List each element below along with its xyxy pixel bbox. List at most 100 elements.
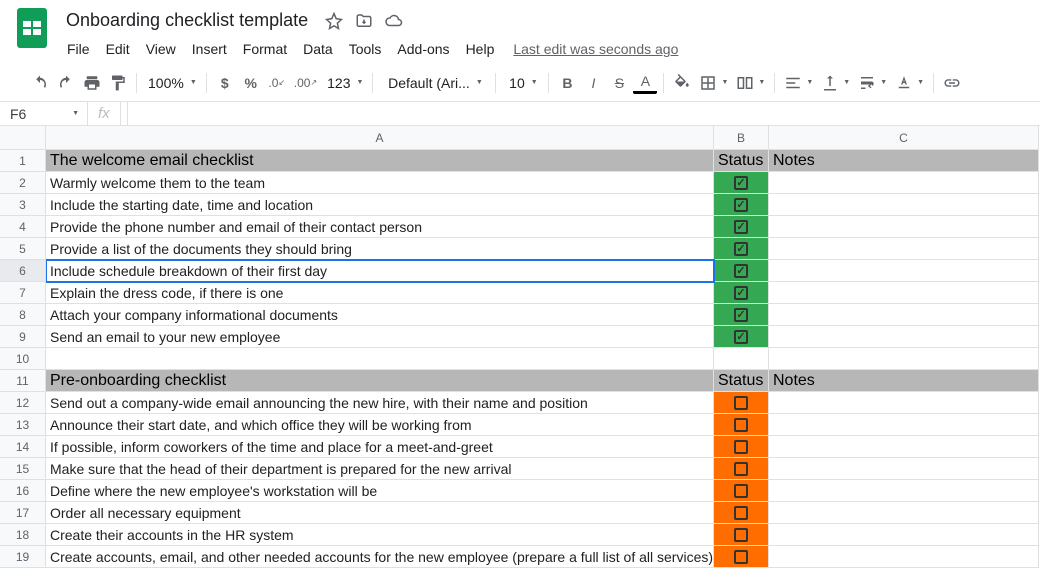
status-cell[interactable] [714, 414, 769, 436]
decimal-increase-button[interactable]: .00↗ [291, 70, 320, 96]
decimal-decrease-button[interactable]: .0↙ [265, 70, 289, 96]
col-header-c[interactable]: C [769, 126, 1039, 150]
menu-insert[interactable]: Insert [185, 37, 234, 61]
checkbox-icon[interactable] [734, 308, 748, 322]
notes-cell[interactable] [769, 304, 1039, 326]
notes-cell[interactable] [769, 238, 1039, 260]
task-cell[interactable]: Define where the new employee's workstat… [46, 480, 714, 502]
notes-cell[interactable] [769, 546, 1039, 568]
notes-cell[interactable] [769, 172, 1039, 194]
row-header[interactable]: 8 [0, 304, 46, 326]
vertical-align-button[interactable] [818, 70, 853, 96]
col-header-b[interactable]: B [714, 126, 769, 150]
checkbox-icon[interactable] [734, 330, 748, 344]
status-cell[interactable] [714, 238, 769, 260]
notes-cell[interactable] [769, 260, 1039, 282]
section-title-cell[interactable]: The welcome email checklist [46, 150, 714, 172]
borders-button[interactable] [696, 70, 731, 96]
notes-cell[interactable] [769, 326, 1039, 348]
text-rotation-button[interactable] [892, 70, 927, 96]
empty-cell[interactable] [46, 348, 714, 370]
menu-data[interactable]: Data [296, 37, 340, 61]
task-cell[interactable]: Include schedule breakdown of their firs… [46, 260, 714, 282]
notes-cell[interactable] [769, 458, 1039, 480]
fill-color-button[interactable] [670, 70, 694, 96]
section-title-cell[interactable]: Pre-onboarding checklist [46, 370, 714, 392]
row-header[interactable]: 4 [0, 216, 46, 238]
task-cell[interactable]: Explain the dress code, if there is one [46, 282, 714, 304]
notes-cell[interactable] [769, 392, 1039, 414]
row-header[interactable]: 17 [0, 502, 46, 524]
row-header[interactable]: 9 [0, 326, 46, 348]
checkbox-icon[interactable] [734, 396, 748, 410]
status-cell[interactable] [714, 326, 769, 348]
menu-tools[interactable]: Tools [342, 37, 389, 61]
status-cell[interactable] [714, 436, 769, 458]
row-header[interactable]: 14 [0, 436, 46, 458]
checkbox-icon[interactable] [734, 550, 748, 564]
sheets-logo[interactable] [12, 8, 52, 48]
task-cell[interactable]: Warmly welcome them to the team [46, 172, 714, 194]
row-header[interactable]: 3 [0, 194, 46, 216]
row-header[interactable]: 5 [0, 238, 46, 260]
doc-title[interactable]: Onboarding checklist template [60, 8, 314, 33]
status-cell[interactable] [714, 260, 769, 282]
insert-link-button[interactable] [940, 70, 964, 96]
font-select[interactable]: Default (Ari... [379, 70, 489, 96]
task-cell[interactable]: Create their accounts in the HR system [46, 524, 714, 546]
task-cell[interactable]: Send an email to your new employee [46, 326, 714, 348]
font-size-select[interactable]: 10 [502, 70, 542, 96]
notes-cell[interactable] [769, 436, 1039, 458]
task-cell[interactable]: Attach your company informational docume… [46, 304, 714, 326]
empty-cell[interactable] [769, 348, 1039, 370]
row-header[interactable]: 11 [0, 370, 46, 392]
status-cell[interactable] [714, 172, 769, 194]
row-header[interactable]: 15 [0, 458, 46, 480]
status-cell[interactable] [714, 392, 769, 414]
undo-button[interactable] [28, 70, 52, 96]
checkbox-icon[interactable] [734, 462, 748, 476]
move-folder-icon[interactable] [354, 11, 374, 31]
text-color-button[interactable]: A [633, 72, 657, 94]
formula-input[interactable] [128, 102, 1040, 125]
status-cell[interactable] [714, 458, 769, 480]
last-edit-link[interactable]: Last edit was seconds ago [513, 41, 678, 57]
checkbox-icon[interactable] [734, 220, 748, 234]
bold-button[interactable]: B [555, 70, 579, 96]
menu-file[interactable]: File [60, 37, 97, 61]
row-header[interactable]: 13 [0, 414, 46, 436]
horizontal-align-button[interactable] [781, 70, 816, 96]
row-header[interactable]: 7 [0, 282, 46, 304]
checkbox-icon[interactable] [734, 198, 748, 212]
notes-cell[interactable] [769, 502, 1039, 524]
status-cell[interactable] [714, 282, 769, 304]
row-header[interactable]: 10 [0, 348, 46, 370]
checkbox-icon[interactable] [734, 418, 748, 432]
row-header[interactable]: 18 [0, 524, 46, 546]
text-wrap-button[interactable] [855, 70, 890, 96]
status-cell[interactable] [714, 216, 769, 238]
status-cell[interactable] [714, 304, 769, 326]
star-icon[interactable] [324, 11, 344, 31]
italic-button[interactable]: I [581, 70, 605, 96]
row-header[interactable]: 12 [0, 392, 46, 414]
cloud-status-icon[interactable] [384, 11, 404, 31]
menu-addons[interactable]: Add-ons [390, 37, 456, 61]
number-format-select[interactable]: 123 [322, 70, 366, 96]
status-cell[interactable] [714, 502, 769, 524]
row-header[interactable]: 6 [0, 260, 46, 282]
select-all-corner[interactable] [0, 126, 46, 150]
checkbox-icon[interactable] [734, 484, 748, 498]
checkbox-icon[interactable] [734, 440, 748, 454]
row-header[interactable]: 19 [0, 546, 46, 568]
menu-format[interactable]: Format [236, 37, 294, 61]
merge-cells-button[interactable] [733, 70, 768, 96]
menu-help[interactable]: Help [459, 37, 502, 61]
strikethrough-button[interactable]: S [607, 70, 631, 96]
notes-cell[interactable] [769, 216, 1039, 238]
task-cell[interactable]: Make sure that the head of their departm… [46, 458, 714, 480]
task-cell[interactable]: Include the starting date, time and loca… [46, 194, 714, 216]
checkbox-icon[interactable] [734, 176, 748, 190]
task-cell[interactable]: Order all necessary equipment [46, 502, 714, 524]
checkbox-icon[interactable] [734, 264, 748, 278]
